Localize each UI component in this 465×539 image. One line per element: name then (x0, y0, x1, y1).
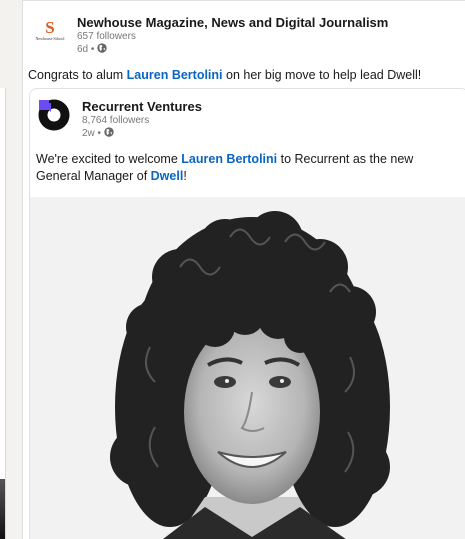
mention-lauren-bertolini[interactable]: Lauren Bertolini (181, 152, 277, 166)
post-actor-time-row: 6d • (77, 43, 388, 56)
commentary-text-after: on her big move to help lead Dwell! (222, 68, 422, 82)
newhouse-logo-letter: S (45, 17, 55, 37)
left-rail-image-edge (0, 479, 5, 539)
newhouse-logo-caption: Newhouse School (35, 35, 65, 41)
newhouse-logo[interactable]: S Newhouse School (31, 9, 69, 51)
commentary-text-before: Congrats to alum (28, 68, 127, 82)
post-actor-followers: 657 followers (77, 31, 136, 42)
mention-dwell[interactable]: Dwell (151, 169, 184, 183)
globe-icon (97, 43, 107, 53)
post-actor-time: 6d • (77, 44, 95, 55)
feed-page: S Newhouse School Newhouse Magazine, New… (0, 0, 465, 539)
reshared-actor[interactable]: Recurrent Ventures 8,764 followers 2w • (38, 99, 202, 140)
reshared-actor-followers: 8,764 followers (82, 115, 150, 126)
portrait-image (30, 197, 465, 539)
recurrent-ventures-logo[interactable] (38, 99, 70, 131)
reshared-text-part1: We're excited to welcome (36, 152, 182, 166)
reshared-commentary: We're excited to welcome Lauren Bertolin… (36, 151, 456, 185)
left-rail (0, 88, 6, 539)
post-actor[interactable]: S Newhouse School Newhouse Magazine, New… (31, 9, 389, 56)
post-actor-name[interactable]: Newhouse Magazine, News and Digital Jour… (77, 15, 388, 31)
feed-post-card: S Newhouse School Newhouse Magazine, New… (22, 0, 465, 539)
reshared-text-part3: ! (183, 169, 187, 183)
globe-icon (104, 127, 114, 137)
reshared-actor-name[interactable]: Recurrent Ventures (82, 99, 202, 115)
reshared-actor-meta: Recurrent Ventures 8,764 followers 2w • (82, 99, 202, 140)
post-actor-meta: Newhouse Magazine, News and Digital Jour… (77, 9, 388, 56)
reshared-actor-time: 2w • (82, 128, 102, 139)
post-commentary: Congrats to alum Lauren Bertolini on her… (28, 67, 421, 83)
post-photo[interactable] (30, 197, 465, 539)
mention-lauren-bertolini[interactable]: Lauren Bertolini (127, 68, 223, 82)
reshared-actor-time-row: 2w • (82, 127, 202, 140)
reshared-post[interactable]: Recurrent Ventures 8,764 followers 2w • … (29, 88, 465, 539)
